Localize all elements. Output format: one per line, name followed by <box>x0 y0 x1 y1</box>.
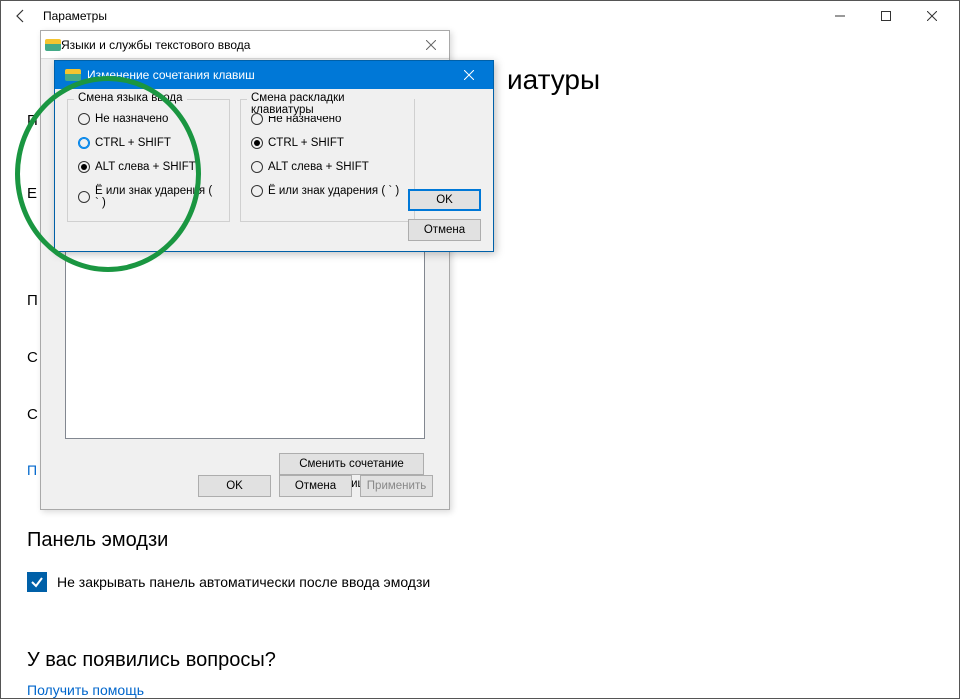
group-legend: Смена языка ввода <box>74 92 187 104</box>
radio-label: Не назначено <box>95 113 168 125</box>
stub-text: С <box>27 406 38 423</box>
radio-icon <box>78 191 90 203</box>
radio-ctrl-shift[interactable]: CTRL + SHIFT <box>78 137 219 149</box>
keyboard-icon <box>45 39 61 51</box>
dialog-buttons: OK Отмена Применить <box>198 475 433 497</box>
change-hotkey-button[interactable]: Сменить сочетание клавиш... <box>279 453 424 475</box>
radio-icon <box>251 137 263 149</box>
maximize-button[interactable] <box>863 1 909 31</box>
emoji-checkbox-row[interactable]: Не закрывать панель автоматически после … <box>27 572 430 592</box>
emoji-heading: Панель эмодзи <box>27 529 430 552</box>
cancel-button[interactable]: Отмена <box>279 475 352 497</box>
questions-section: У вас появились вопросы? Получить помощь <box>27 649 276 698</box>
radio-grave[interactable]: Ё или знак ударения ( ` ) <box>78 185 219 209</box>
ok-button[interactable]: OK <box>198 475 271 497</box>
stub-text: П <box>27 292 38 309</box>
radio-alt-shift[interactable]: ALT слева + SHIFT <box>78 161 219 173</box>
text-services-title: Языки и службы текстового ввода <box>61 38 417 52</box>
radio-icon <box>78 113 90 125</box>
link-stub[interactable]: П <box>27 462 37 478</box>
radio-icon <box>251 185 263 197</box>
radio-label: ALT слева + SHIFT <box>95 161 196 173</box>
questions-heading: У вас появились вопросы? <box>27 649 276 672</box>
emoji-section: Панель эмодзи Не закрывать панель автома… <box>27 529 430 592</box>
radio-not-assigned[interactable]: Не назначено <box>78 113 219 125</box>
truncated-content: П Е П С С <box>27 112 38 479</box>
change-hotkey-titlebar: Изменение сочетания клавиш <box>55 61 493 89</box>
radio-label: Ё или знак ударения ( ` ) <box>268 185 399 197</box>
stub-text: П <box>27 112 38 129</box>
keyboard-icon <box>65 69 81 81</box>
minimize-button[interactable] <box>817 1 863 31</box>
radio-icon <box>78 137 90 149</box>
page-heading-fragment: иатуры <box>507 64 600 96</box>
cancel-button[interactable]: Отмена <box>408 219 481 241</box>
radio-alt-shift[interactable]: ALT слева + SHIFT <box>251 161 404 173</box>
checkbox-icon <box>27 572 47 592</box>
close-icon[interactable] <box>449 64 489 86</box>
close-icon[interactable] <box>417 35 445 55</box>
radio-label: Ё или знак ударения ( ` ) <box>95 185 219 209</box>
stub-text: С <box>27 349 38 366</box>
radio-icon <box>78 161 90 173</box>
stub-text: Е <box>27 185 38 202</box>
radio-grave[interactable]: Ё или знак ударения ( ` ) <box>251 185 404 197</box>
group-legend: Смена раскладки клавиатуры <box>247 92 414 116</box>
radio-label: CTRL + SHIFT <box>268 137 344 149</box>
settings-titlebar: Параметры <box>1 1 959 31</box>
radio-icon <box>251 113 263 125</box>
radio-label: CTRL + SHIFT <box>95 137 171 149</box>
checkbox-label: Не закрывать панель автоматически после … <box>57 574 430 590</box>
ok-button[interactable]: OK <box>408 189 481 211</box>
language-switch-group: Смена языка ввода Не назначено CTRL + SH… <box>67 99 230 222</box>
radio-ctrl-shift[interactable]: CTRL + SHIFT <box>251 137 404 149</box>
help-link[interactable]: Получить помощь <box>27 682 276 698</box>
radio-icon <box>251 161 263 173</box>
change-hotkey-dialog: Изменение сочетания клавиш Смена языка в… <box>54 60 494 252</box>
layout-switch-group: Смена раскладки клавиатуры Не назначено … <box>240 99 415 222</box>
back-button[interactable] <box>5 1 37 31</box>
text-services-titlebar: Языки и службы текстового ввода <box>41 31 449 59</box>
dialog-buttons: OK Отмена <box>408 189 481 241</box>
window-title: Параметры <box>37 9 817 23</box>
apply-button: Применить <box>360 475 433 497</box>
radio-label: ALT слева + SHIFT <box>268 161 369 173</box>
close-button[interactable] <box>909 1 955 31</box>
change-hotkey-title: Изменение сочетания клавиш <box>87 68 449 82</box>
window-controls <box>817 1 955 31</box>
